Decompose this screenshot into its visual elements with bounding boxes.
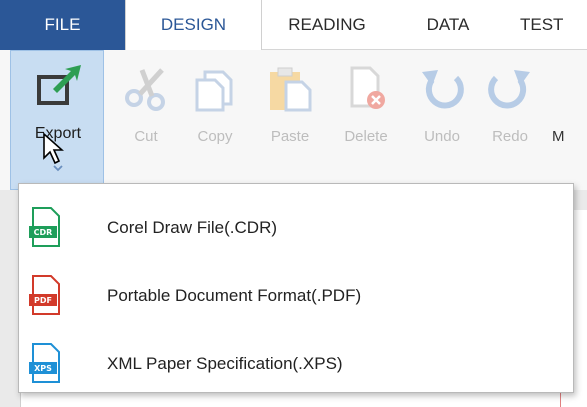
tab-data[interactable]: DATA (413, 0, 483, 50)
cdr-file-icon: CDR (29, 207, 60, 247)
undo-label: Undo (424, 128, 460, 145)
delete-label: Delete (344, 128, 388, 145)
undo-button[interactable]: Undo (412, 64, 472, 154)
menu-item-export-xps[interactable]: XPS XML Paper Specification(.XPS) (19, 332, 573, 396)
svg-text:PDF: PDF (34, 296, 52, 305)
undo-icon (422, 70, 464, 109)
redo-label: Redo (492, 128, 528, 145)
tab-reading[interactable]: READING (272, 0, 382, 50)
menu-item-export-cdr[interactable]: CDR Corel Draw File(.CDR) (19, 196, 573, 260)
truncated-tool-label: M (552, 128, 565, 145)
ribbon-toolbar: Export Cut Copy Paste Delete Undo Redo M (0, 50, 587, 190)
menu-item-label: Portable Document Format(.PDF) (107, 286, 362, 305)
xps-file-icon: XPS (29, 343, 60, 383)
ribbon-tab-bar: FILE DESIGN READING DATA TEST (0, 0, 587, 51)
copy-label: Copy (197, 128, 233, 145)
delete-page-icon (350, 66, 385, 109)
copy-icon (195, 70, 233, 112)
svg-text:XPS: XPS (34, 364, 52, 373)
export-icon (37, 65, 81, 105)
cut-label: Cut (134, 128, 158, 145)
menu-item-export-pdf[interactable]: PDF Portable Document Format(.PDF) (19, 264, 573, 328)
menu-item-label: XML Paper Specification(.XPS) (107, 354, 343, 373)
export-button[interactable]: Export (10, 50, 104, 190)
svg-text:CDR: CDR (34, 228, 53, 237)
delete-button[interactable]: Delete (336, 64, 396, 154)
menu-item-label: Corel Draw File(.CDR) (107, 218, 278, 237)
export-dropdown-menu: CDR Corel Draw File(.CDR) PDF Portable D… (18, 183, 574, 393)
tab-test[interactable]: TEST (520, 0, 587, 50)
paste-button[interactable]: Paste (260, 64, 320, 154)
scissors-icon (125, 68, 165, 111)
cut-button[interactable]: Cut (116, 64, 176, 154)
mouse-cursor-icon (43, 132, 64, 165)
tab-design[interactable]: DESIGN (125, 0, 262, 51)
copy-button[interactable]: Copy (185, 64, 245, 154)
pdf-file-icon: PDF (29, 275, 60, 315)
tab-file[interactable]: FILE (0, 0, 125, 50)
paste-icon (270, 67, 312, 112)
redo-button[interactable]: Redo (480, 64, 540, 154)
paste-label: Paste (270, 128, 310, 145)
redo-icon (488, 70, 530, 109)
app-window: FILE DESIGN READING DATA TEST Export Cut… (0, 0, 587, 407)
